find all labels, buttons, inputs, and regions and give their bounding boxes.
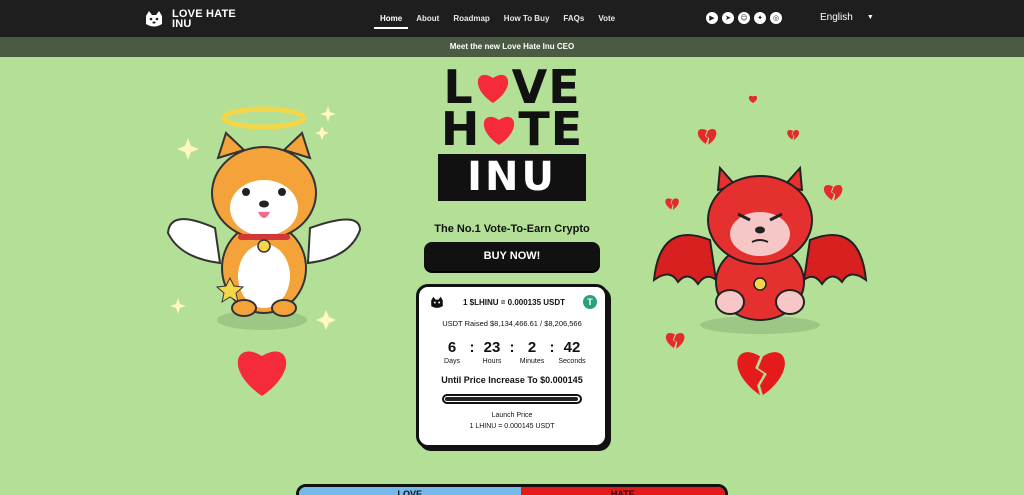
countdown-separator: : <box>469 339 475 356</box>
vote-bar[interactable]: LOVE HATE <box>296 484 728 495</box>
small-heart-icon <box>748 95 758 103</box>
twitter-icon[interactable]: ✦ <box>754 12 766 24</box>
top-nav: LOVE HATE INU Home About Roadmap How To … <box>0 0 1024 37</box>
angel-dog-illustration <box>166 106 362 330</box>
broken-heart-icon <box>665 333 685 349</box>
presale-price: 1 $LHINU = 0.000135 USDT <box>462 297 566 307</box>
nav-link-how-to-buy[interactable]: How To Buy <box>497 0 557 37</box>
buy-now-button[interactable]: BUY NOW! <box>424 242 600 271</box>
nav-link-home[interactable]: Home <box>373 0 409 37</box>
site-logo[interactable]: LOVE HATE INU <box>144 8 242 30</box>
broken-heart-icon <box>697 129 717 145</box>
hero-letters-te: TE <box>518 102 584 156</box>
countdown-minutes: 2 Minutes <box>517 339 547 366</box>
logo-text: LOVE HATE INU <box>172 8 236 30</box>
hero-word-hate: H TE <box>438 102 586 156</box>
broken-heart-icon <box>787 130 800 141</box>
heart-icon <box>484 116 515 145</box>
instagram-icon[interactable]: ◎ <box>770 12 782 24</box>
chevron-down-icon: ▼ <box>866 14 874 21</box>
presale-price-row: 1 $LHINU = 0.000135 USDT T <box>419 287 605 309</box>
nav-link-about[interactable]: About <box>409 0 446 37</box>
countdown-days-label: Days <box>444 358 460 365</box>
presale-progress-bar <box>442 394 582 404</box>
nav-link-vote[interactable]: Vote <box>591 0 622 37</box>
telegram-icon[interactable]: ➤ <box>722 12 734 24</box>
lhinu-token-icon <box>431 296 443 308</box>
nav-links: Home About Roadmap How To Buy FAQs Vote <box>373 0 622 37</box>
announcement-banner[interactable]: Meet the new Love Hate Inu CEO <box>0 37 1024 57</box>
discord-icon[interactable]: ☺ <box>738 12 750 24</box>
countdown-hours: 23 Hours <box>477 339 507 366</box>
price-increase-notice: Until Price Increase To $0.000145 <box>441 375 583 385</box>
heart-icon <box>477 74 508 103</box>
countdown-days-value: 6 <box>447 339 457 356</box>
hate-broken-heart-icon <box>737 352 785 396</box>
doge-logo-icon <box>146 11 162 27</box>
social-links: ▶ ➤ ☺ ✦ ◎ <box>706 12 782 24</box>
countdown-seconds: 42 Seconds <box>557 339 587 366</box>
language-label: English <box>820 12 853 23</box>
countdown-hours-value: 23 <box>483 339 501 356</box>
language-select[interactable]: English ▼ <box>820 12 874 23</box>
countdown-minutes-value: 2 <box>527 339 537 356</box>
hero-word-inu: INU <box>438 154 586 201</box>
countdown-seconds-value: 42 <box>563 339 581 356</box>
presale-card: 1 $LHINU = 0.000135 USDT T USDT Raised $… <box>416 284 608 448</box>
countdown-separator: : <box>549 339 555 356</box>
countdown-minutes-label: Minutes <box>519 358 545 365</box>
usdt-icon: T <box>582 295 597 309</box>
launch-price-label: Launch Price <box>491 412 533 419</box>
launch-price-block: Launch Price 1 LHINU = 0.000145 USDT <box>419 410 605 432</box>
hero-tagline: The No.1 Vote-To-Earn Crypto <box>434 223 590 235</box>
youtube-icon[interactable]: ▶ <box>706 12 718 24</box>
hero-letter-h: H <box>440 102 481 156</box>
vote-hate[interactable]: HATE <box>520 487 725 495</box>
vote-love[interactable]: LOVE <box>299 487 521 495</box>
countdown-days: 6 Days <box>437 339 467 366</box>
love-heart-icon <box>237 351 287 396</box>
countdown-timer: 6 Days : 23 Hours : 2 Minutes : 42 Secon… <box>419 339 605 366</box>
nav-link-roadmap[interactable]: Roadmap <box>446 0 496 37</box>
countdown-hours-label: Hours <box>482 358 502 365</box>
countdown-separator: : <box>509 339 515 356</box>
nav-link-faqs[interactable]: FAQs <box>556 0 591 37</box>
broken-heart-icon <box>665 198 679 210</box>
hero-logo: L VE H TE INU <box>438 64 586 201</box>
presale-progress-fill <box>445 397 578 401</box>
broken-heart-icon <box>823 185 843 201</box>
countdown-seconds-label: Seconds <box>558 358 586 365</box>
launch-price-value: 1 LHINU = 0.000145 USDT <box>469 423 555 430</box>
usdt-raised: USDT Raised $8,134,466.61 / $8,206,566 <box>442 319 582 328</box>
